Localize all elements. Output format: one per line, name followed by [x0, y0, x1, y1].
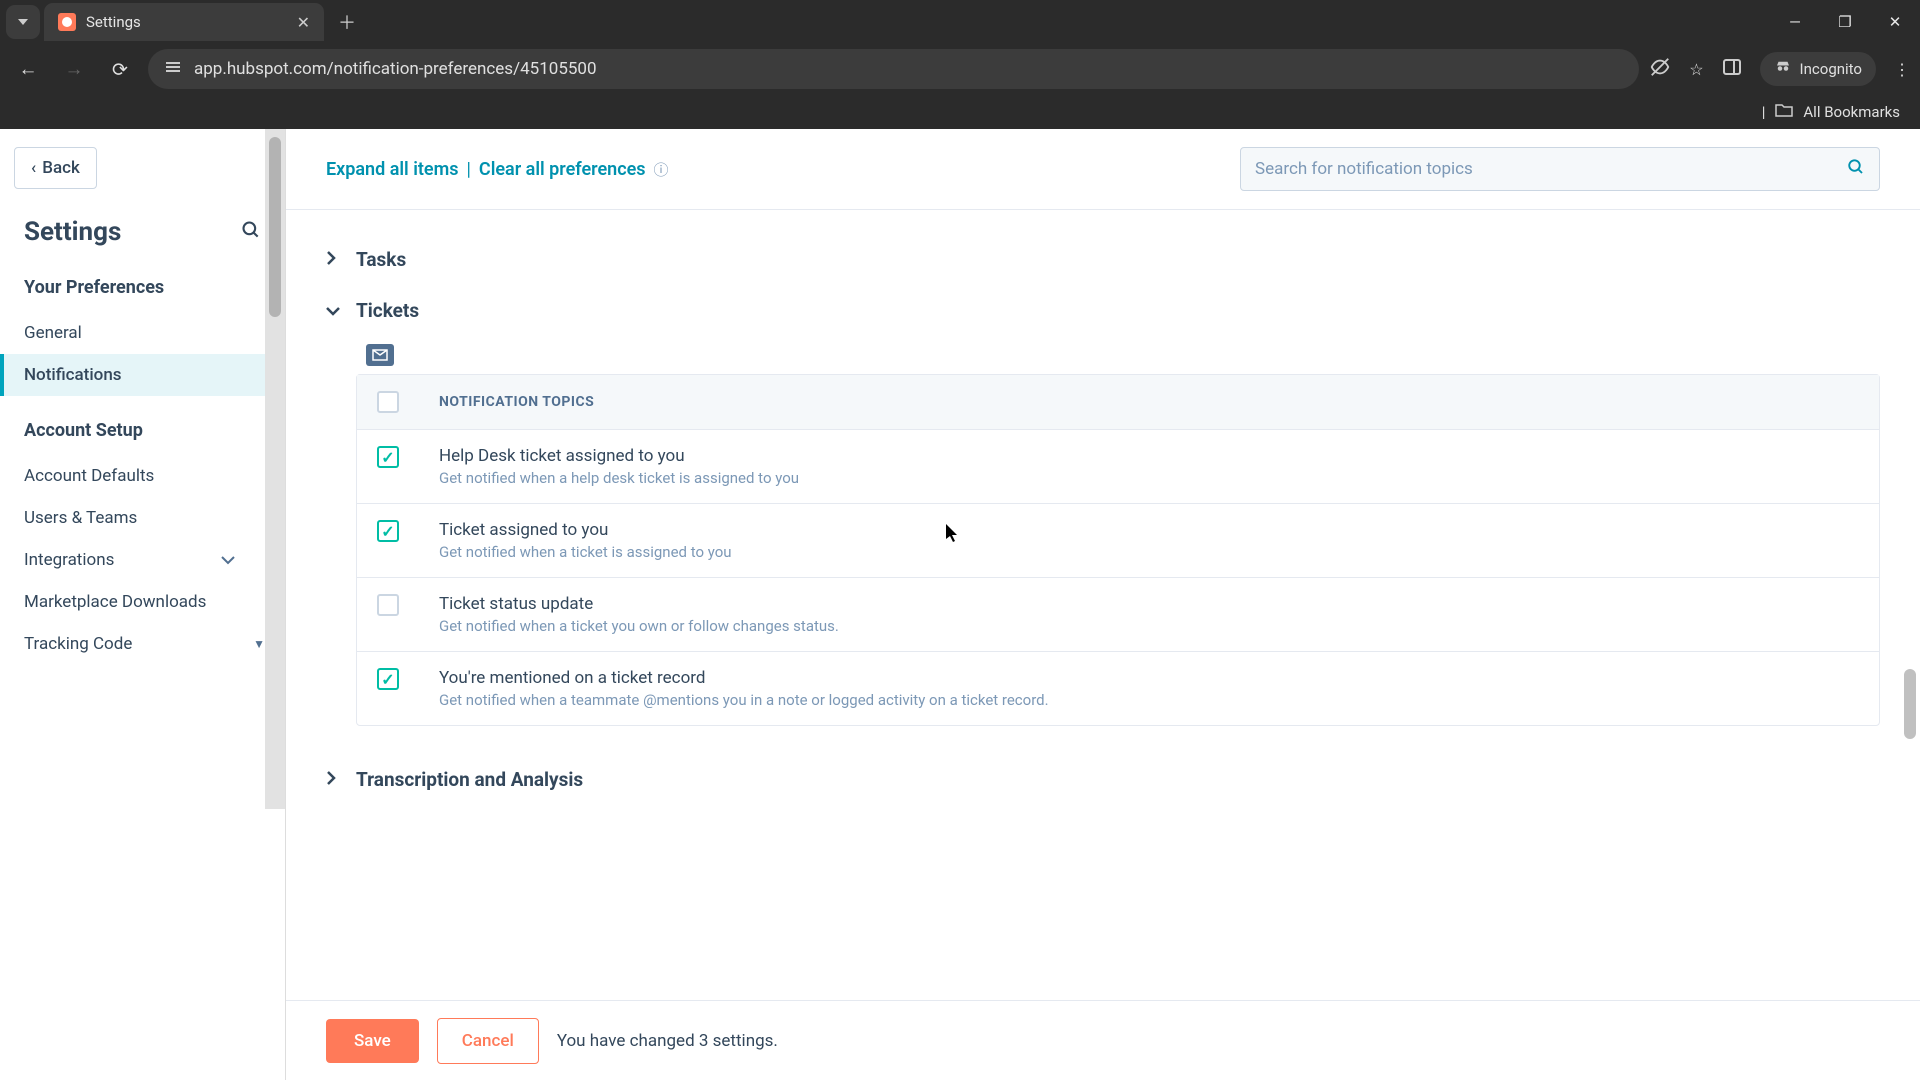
url-input[interactable]: app.hubspot.com/notification-preferences… [148, 49, 1639, 89]
incognito-icon [1774, 58, 1792, 80]
all-bookmarks-link[interactable]: All Bookmarks [1803, 103, 1900, 121]
topic-checkbox[interactable] [377, 520, 399, 542]
sidebar-item-integrations[interactable]: Integrations [0, 539, 285, 581]
notification-topics-table: NOTIFICATION TOPICS Help Desk ticket ass… [356, 374, 1880, 726]
topics-header-row: NOTIFICATION TOPICS [357, 375, 1879, 429]
your-preferences-label: Your Preferences [0, 267, 285, 312]
email-channel-icon[interactable] [366, 344, 394, 366]
info-icon[interactable]: ⓘ [654, 159, 669, 180]
topic-title: Ticket assigned to you [439, 520, 732, 540]
back-label: Back [42, 158, 80, 178]
topic-checkbox[interactable] [377, 594, 399, 616]
divider: | [1762, 103, 1766, 121]
bookmark-star-icon[interactable]: ☆ [1689, 60, 1703, 79]
select-all-checkbox[interactable] [377, 391, 399, 413]
chevron-right-icon [326, 770, 342, 789]
tab-title: Settings [86, 13, 287, 31]
topic-desc: Get notified when a ticket is assigned t… [439, 543, 732, 561]
url-text: app.hubspot.com/notification-preferences… [194, 59, 597, 79]
account-setup-label: Account Setup [0, 410, 285, 455]
incognito-badge[interactable]: Incognito [1760, 52, 1876, 86]
eye-off-icon[interactable] [1649, 56, 1671, 82]
topic-desc: Get notified when a ticket you own or fo… [439, 617, 839, 635]
search-icon[interactable] [1847, 158, 1865, 181]
incognito-label: Incognito [1800, 60, 1862, 78]
search-field[interactable] [1255, 159, 1847, 179]
section-title: Tasks [356, 248, 406, 271]
sidebar-item-label: Tracking Code [24, 634, 132, 654]
toolbar-row: Expand all items | Clear all preferences… [286, 129, 1920, 210]
topics-header-label: NOTIFICATION TOPICS [439, 394, 594, 410]
topic-row-mentioned: You're mentioned on a ticket record Get … [357, 651, 1879, 725]
clear-all-link[interactable]: Clear all preferences [479, 159, 646, 180]
search-input[interactable] [1240, 147, 1880, 191]
section-tickets[interactable]: Tickets [326, 285, 1880, 336]
main-content: Expand all items | Clear all preferences… [286, 129, 1920, 1080]
app-body: ‹ Back Settings Your Preferences General… [0, 129, 1920, 1080]
topic-checkbox[interactable] [377, 668, 399, 690]
kebab-menu-icon[interactable]: ⋮ [1894, 60, 1910, 79]
window-controls: — ❐ ✕ [1770, 0, 1920, 44]
panel-icon[interactable] [1722, 57, 1742, 81]
sidebar-item-general[interactable]: General [0, 312, 285, 354]
topic-desc: Get notified when a teammate @mentions y… [439, 691, 1049, 709]
topic-checkbox[interactable] [377, 446, 399, 468]
topic-row-help-desk: Help Desk ticket assigned to you Get not… [357, 429, 1879, 503]
save-bar: Save Cancel You have changed 3 settings. [286, 1000, 1920, 1080]
section-title: Tickets [356, 299, 419, 322]
close-icon[interactable]: ✕ [297, 13, 310, 32]
site-settings-icon[interactable] [164, 58, 182, 81]
browser-tab[interactable]: Settings ✕ [44, 3, 324, 41]
forward-nav-button[interactable]: → [56, 51, 92, 87]
chevron-right-icon [326, 250, 342, 269]
browser-chrome: Settings ✕ ＋ — ❐ ✕ ← → ⟳ app.hubspot.com… [0, 0, 1920, 129]
address-bar: ← → ⟳ app.hubspot.com/notification-prefe… [0, 44, 1920, 94]
back-nav-button[interactable]: ← [10, 51, 46, 87]
chevron-down-icon [221, 550, 235, 570]
settings-sidebar: ‹ Back Settings Your Preferences General… [0, 129, 286, 1080]
topic-row-ticket-assigned: Ticket assigned to you Get notified when… [357, 503, 1879, 577]
main-scrollbar-thumb[interactable] [1904, 669, 1916, 739]
expand-all-link[interactable]: Expand all items [326, 159, 459, 180]
topic-desc: Get notified when a help desk ticket is … [439, 469, 799, 487]
chevron-down-icon [326, 301, 342, 320]
sidebar-item-users-teams[interactable]: Users & Teams [0, 497, 285, 539]
folder-icon [1775, 103, 1793, 121]
topic-row-ticket-status: Ticket status update Get notified when a… [357, 577, 1879, 651]
hubspot-icon [58, 13, 76, 31]
topic-title: Ticket status update [439, 594, 839, 614]
sidebar-item-label: Integrations [24, 550, 114, 570]
reload-button[interactable]: ⟳ [102, 51, 138, 87]
topic-title: You're mentioned on a ticket record [439, 668, 1049, 688]
topic-title: Help Desk ticket assigned to you [439, 446, 799, 466]
bookmarks-bar: | All Bookmarks [0, 94, 1920, 129]
sidebar-item-account-defaults[interactable]: Account Defaults [0, 455, 285, 497]
tab-menu-button[interactable] [6, 5, 40, 39]
sidebar-item-marketplace[interactable]: Marketplace Downloads [0, 581, 285, 623]
section-transcription[interactable]: Transcription and Analysis [326, 754, 1880, 805]
tab-bar: Settings ✕ ＋ [0, 0, 1920, 44]
save-button[interactable]: Save [326, 1019, 419, 1063]
sidebar-item-notifications[interactable]: Notifications [0, 354, 285, 396]
change-message: You have changed 3 settings. [557, 1031, 778, 1051]
new-tab-button[interactable]: ＋ [328, 9, 366, 35]
chevron-left-icon: ‹ [31, 158, 36, 178]
caret-down-icon: ▼ [253, 637, 265, 651]
search-icon[interactable] [241, 220, 261, 245]
cancel-button[interactable]: Cancel [437, 1018, 539, 1064]
close-window-button[interactable]: ✕ [1870, 0, 1920, 44]
sidebar-scrollbar-thumb[interactable] [269, 137, 281, 317]
section-tasks[interactable]: Tasks [326, 234, 1880, 285]
divider: | [467, 159, 471, 180]
back-button[interactable]: ‹ Back [14, 147, 97, 189]
page-title: Settings [24, 217, 121, 247]
section-title: Transcription and Analysis [356, 768, 583, 791]
minimize-button[interactable]: — [1770, 0, 1820, 44]
sidebar-item-tracking-code[interactable]: Tracking Code ▼ [0, 623, 285, 665]
maximize-button[interactable]: ❐ [1820, 0, 1870, 44]
